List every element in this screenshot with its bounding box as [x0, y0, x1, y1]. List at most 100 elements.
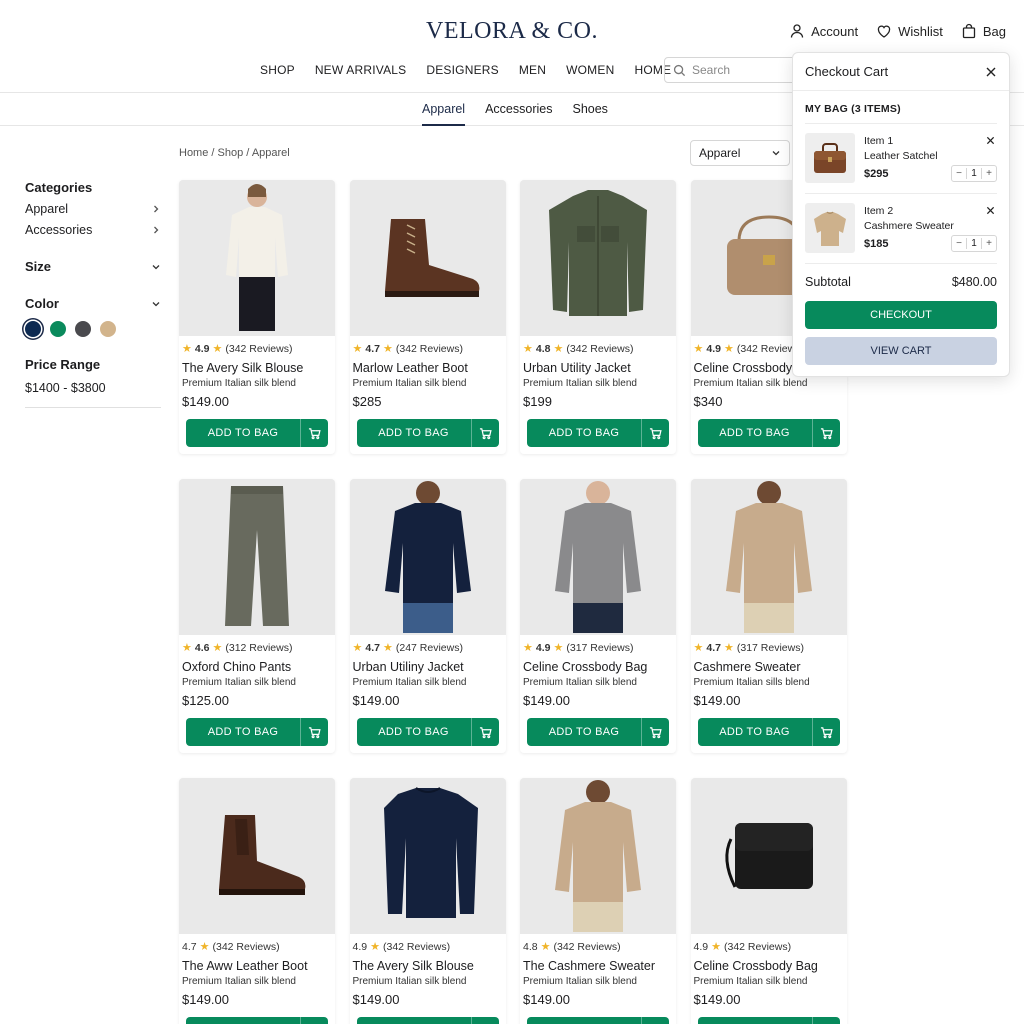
product-image[interactable] [179, 479, 335, 635]
view-cart-button[interactable]: VIEW CART [805, 337, 997, 365]
product-image[interactable] [179, 778, 335, 934]
add-to-cart-icon-button[interactable] [811, 718, 840, 746]
add-to-bag-button[interactable]: ADD TO BAG [697, 1017, 840, 1024]
add-to-bag-button[interactable]: ADD TO BAG [356, 1017, 499, 1024]
add-to-bag-button[interactable]: ADD TO BAG [697, 419, 840, 447]
add-to-cart-icon-button[interactable] [300, 718, 328, 746]
product-card[interactable]: 4.9 ★ (342 Reviews) Celine Crossbody Bag Pre… [690, 778, 847, 1024]
add-to-bag-button[interactable]: ADD TO BAG [527, 419, 669, 447]
add-to-cart-icon-button[interactable] [811, 1017, 840, 1024]
remove-item-icon[interactable] [986, 206, 995, 215]
review-count[interactable]: (342 Reviews) [553, 941, 620, 953]
add-to-cart-icon-button[interactable] [811, 419, 840, 447]
add-to-bag-button[interactable]: ADD TO BAG [527, 1017, 669, 1024]
add-to-bag-button[interactable]: ADD TO BAG [356, 718, 499, 746]
review-count[interactable]: (342 Reviews) [566, 343, 633, 355]
product-image[interactable] [349, 479, 506, 635]
product-card[interactable]: 4.7 ★ (342 Reviews) The Aww Leather Boot Pre… [179, 778, 335, 1024]
review-count[interactable]: (342 Reviews) [724, 941, 791, 953]
nav-item-men[interactable]: MEN [519, 63, 546, 77]
nav-item-women[interactable]: WOMEN [566, 63, 614, 77]
add-to-bag-button[interactable]: ADD TO BAG [186, 1017, 328, 1024]
nav-item-new-arrivals[interactable]: NEW ARRIVALS [315, 63, 407, 77]
add-to-bag-button[interactable]: ADD TO BAG [186, 718, 328, 746]
decrease-quantity-button[interactable]: − [952, 238, 966, 249]
add-to-cart-icon-button[interactable] [470, 718, 499, 746]
breadcrumb-shop[interactable]: Shop [218, 147, 244, 159]
quantity-value[interactable]: 1 [966, 168, 982, 179]
add-to-bag-button[interactable]: ADD TO BAG [186, 419, 328, 447]
product-name[interactable]: Oxford Chino Pants [182, 660, 332, 674]
bag-link[interactable]: Bag [961, 23, 1006, 39]
product-name[interactable]: Marlow Leather Boot [353, 361, 503, 375]
product-image[interactable] [520, 778, 676, 934]
account-link[interactable]: Account [789, 23, 858, 39]
product-card[interactable]: ★ 4.8 ★ (342 Reviews) Urban Utility Jacket Pr… [520, 180, 676, 454]
product-image[interactable] [349, 180, 506, 336]
decrease-quantity-button[interactable]: − [952, 168, 966, 179]
product-card[interactable]: ★ 4.7 ★ (247 Reviews) Urban Utiliny Jacket Pr… [349, 479, 506, 753]
add-to-bag-button[interactable]: ADD TO BAG [527, 718, 669, 746]
product-name[interactable]: The Avery Silk Blouse [353, 959, 503, 973]
add-to-bag-button[interactable]: ADD TO BAG [356, 419, 499, 447]
product-card[interactable]: ★ 4.7 ★ (317 Reviews) Cashmere Sweater Premiu… [690, 479, 847, 753]
review-count[interactable]: (247 Reviews) [396, 642, 463, 654]
breadcrumb-home[interactable]: Home [179, 147, 208, 159]
color-swatch-green[interactable] [50, 321, 66, 337]
price-range-value[interactable]: $1400 - $3800 [25, 381, 161, 395]
add-to-cart-icon-button[interactable] [641, 718, 669, 746]
product-name[interactable]: Urban Utiliny Jacket [353, 660, 503, 674]
remove-item-icon[interactable] [986, 136, 995, 145]
color-swatch-tan[interactable] [100, 321, 116, 337]
product-image[interactable] [179, 180, 335, 336]
review-count[interactable]: (317 Reviews) [566, 642, 633, 654]
search-input[interactable] [692, 63, 792, 77]
product-card[interactable]: 4.8 ★ (342 Reviews) The Cashmere Sweater Pre… [520, 778, 676, 1024]
category-accessories[interactable]: Accessories [25, 223, 161, 237]
close-icon[interactable] [985, 66, 997, 78]
tab-shoes[interactable]: Shoes [572, 102, 607, 126]
checkout-button[interactable]: CHECKOUT [805, 301, 997, 329]
add-to-cart-icon-button[interactable] [470, 419, 499, 447]
add-to-bag-button[interactable]: ADD TO BAG [697, 718, 840, 746]
quantity-value[interactable]: 1 [966, 238, 982, 249]
product-name[interactable]: The Aww Leather Boot [182, 959, 332, 973]
tab-apparel[interactable]: Apparel [422, 102, 466, 126]
review-count[interactable]: (312 Reviews) [225, 642, 292, 654]
product-card[interactable]: ★ 4.6 ★ (312 Reviews) Oxford Chino Pants Prem… [179, 479, 335, 753]
category-apparel[interactable]: Apparel [25, 202, 161, 216]
nav-item-shop[interactable]: SHOP [260, 63, 295, 77]
product-image[interactable] [520, 180, 676, 336]
nav-item-designers[interactable]: DESIGNERS [426, 63, 498, 77]
product-image[interactable] [690, 778, 847, 934]
product-name[interactable]: The Avery Silk Blouse [182, 361, 332, 375]
wishlist-link[interactable]: Wishlist [876, 23, 943, 39]
review-count[interactable]: (317 Reviews) [737, 642, 804, 654]
product-name[interactable]: The Cashmere Sweater [523, 959, 673, 973]
color-filter-toggle[interactable]: Color [25, 296, 161, 311]
review-count[interactable]: (342 Reviews) [212, 941, 279, 953]
product-name[interactable]: Celine Crossbody Bag [523, 660, 673, 674]
product-image[interactable] [349, 778, 506, 934]
size-filter-toggle[interactable]: Size [25, 259, 161, 274]
tab-accessories[interactable]: Accessories [485, 102, 552, 126]
add-to-cart-icon-button[interactable] [641, 1017, 669, 1024]
product-card[interactable]: 4.9 ★ (342 Reviews) The Avery Silk Blouse Pr… [349, 778, 506, 1024]
product-card[interactable]: ★ 4.7 ★ (342 Reviews) Marlow Leather Boot Pre… [349, 180, 506, 454]
search-box[interactable] [664, 57, 804, 83]
review-count[interactable]: (342 Reviews) [383, 941, 450, 953]
product-card[interactable]: ★ 4.9 ★ (342 Reviews) The Avery Silk Blouse P… [179, 180, 335, 454]
product-name[interactable]: Celine Crossbody Bag [694, 959, 844, 973]
add-to-cart-icon-button[interactable] [470, 1017, 499, 1024]
breadcrumb-apparel[interactable]: Apparel [252, 147, 290, 159]
add-to-cart-icon-button[interactable] [300, 1017, 328, 1024]
add-to-cart-icon-button[interactable] [300, 419, 328, 447]
product-name[interactable]: Cashmere Sweater [694, 660, 844, 674]
color-swatch-charcoal[interactable] [75, 321, 91, 337]
product-name[interactable]: Urban Utility Jacket [523, 361, 673, 375]
color-swatch-navy[interactable] [25, 321, 41, 337]
product-image[interactable] [690, 479, 847, 635]
review-count[interactable]: (342 Reviews) [225, 343, 292, 355]
review-count[interactable]: (342 Reviews) [396, 343, 463, 355]
increase-quantity-button[interactable]: + [982, 238, 996, 249]
